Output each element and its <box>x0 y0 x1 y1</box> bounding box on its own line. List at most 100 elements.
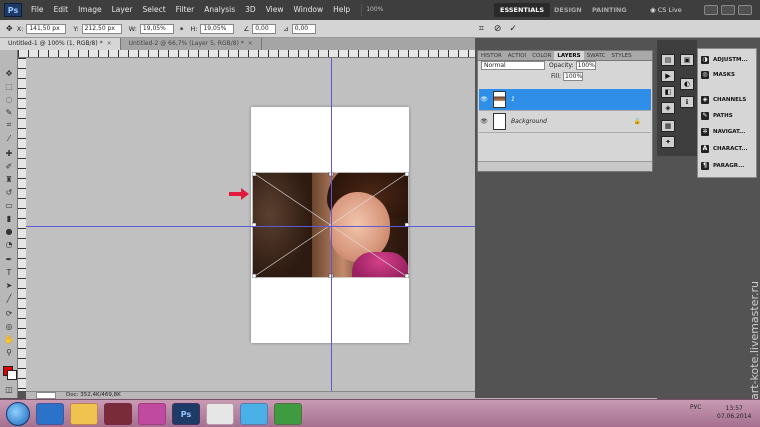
layer-row-background[interactable]: 👁 Background 🔒 <box>479 111 651 133</box>
close-button[interactable] <box>738 5 752 15</box>
cs-live-button[interactable]: ◉ CS Live <box>650 3 682 17</box>
swatches-icon[interactable]: ▦ <box>661 120 675 132</box>
info-icon[interactable]: ℹ <box>680 96 694 108</box>
clone-source-icon[interactable]: ◐ <box>680 78 694 90</box>
menu-layer[interactable]: Layer <box>107 0 138 20</box>
close-tab-icon[interactable]: × <box>248 40 253 47</box>
workspace-design[interactable]: DESIGN <box>548 3 588 17</box>
tab-color[interactable]: COLOR <box>529 51 554 60</box>
history-icon[interactable]: ▤ <box>661 54 675 66</box>
menu-analysis[interactable]: Analysis <box>199 0 240 20</box>
language-indicator[interactable]: РУС <box>690 404 701 411</box>
explorer-icon[interactable] <box>70 403 98 425</box>
3d-rotate-tool-icon[interactable]: ⟳ <box>3 308 15 318</box>
utorrent-icon[interactable] <box>274 403 302 425</box>
dock-paragraph[interactable]: ¶ PARAGR... <box>701 159 757 173</box>
clock[interactable]: 13:57 07.06.2014 <box>717 405 751 421</box>
type-tool-icon[interactable]: T <box>3 267 15 277</box>
quick-select-tool-icon[interactable]: ✎ <box>3 107 15 117</box>
chrome-icon[interactable] <box>206 403 234 425</box>
menu-edit[interactable]: Edit <box>49 0 74 20</box>
menu-view[interactable]: View <box>261 0 289 20</box>
menu-3d[interactable]: 3D <box>240 0 261 20</box>
healing-brush-tool-icon[interactable]: ✚ <box>3 148 15 158</box>
vertical-guide[interactable] <box>331 58 332 391</box>
dock-adjustments[interactable]: ◑ ADJUSTM... <box>701 53 757 67</box>
minimize-button[interactable] <box>704 5 718 15</box>
commit-transform-icon[interactable]: ✓ <box>509 24 517 34</box>
actions-icon[interactable]: ▶ <box>661 70 675 82</box>
maximize-button[interactable] <box>721 5 735 15</box>
horizontal-ruler[interactable] <box>18 50 478 58</box>
y-field[interactable]: 212,50 px <box>81 23 122 34</box>
tab-swatches[interactable]: SWATC <box>584 51 609 60</box>
tab-actions[interactable]: ACTIOI <box>505 51 529 60</box>
close-tab-icon[interactable]: × <box>107 40 112 47</box>
blur-tool-icon[interactable]: ● <box>3 226 15 236</box>
move-tool-icon[interactable]: ✥ <box>6 24 13 33</box>
shape-tool-icon[interactable]: ╱ <box>3 293 15 303</box>
workspace-painting[interactable]: PAINTING <box>586 3 633 17</box>
layers-icon[interactable]: ◈ <box>661 102 675 114</box>
marquee-tool-icon[interactable]: ⬚ <box>3 81 15 91</box>
history-brush-tool-icon[interactable]: ↺ <box>3 187 15 197</box>
gradient-tool-icon[interactable]: ▮ <box>3 213 15 223</box>
hand-tool-icon[interactable]: ✋ <box>3 334 15 344</box>
3d-orbit-tool-icon[interactable]: ◎ <box>3 321 15 331</box>
brush-tool-icon[interactable]: ✐ <box>3 161 15 171</box>
photoshop-icon[interactable]: Ps <box>172 403 200 425</box>
menu-file[interactable]: File <box>26 0 49 20</box>
menu-select[interactable]: Select <box>138 0 171 20</box>
path-select-tool-icon[interactable]: ➤ <box>3 280 15 290</box>
tab-layers[interactable]: LAYERS <box>554 51 584 60</box>
warp-icon[interactable]: ⌗ <box>479 24 484 34</box>
app-icon[interactable] <box>138 403 166 425</box>
ie-icon[interactable] <box>36 403 64 425</box>
brush-preset-icon[interactable]: ▣ <box>680 54 694 66</box>
menu-window[interactable]: Window <box>289 0 329 20</box>
tab-untitled-2[interactable]: Untitled-2 @ 66,7% (Layer 5, RGB/8) * × <box>121 38 262 50</box>
eye-icon[interactable]: 👁 <box>479 118 489 125</box>
dock-masks[interactable]: ◎ MASKS <box>701 68 757 82</box>
background-color-swatch[interactable] <box>7 370 17 380</box>
lasso-tool-icon[interactable]: ◌ <box>3 94 15 104</box>
w-field[interactable]: 19,05% <box>139 23 174 34</box>
dock-channels[interactable]: ◈ CHANNELS <box>701 93 757 107</box>
eraser-tool-icon[interactable]: ▭ <box>3 200 15 210</box>
vertical-ruler[interactable] <box>18 58 26 391</box>
dock-paths[interactable]: ✎ PATHS <box>701 109 757 123</box>
eyedropper-tool-icon[interactable]: ⁄ <box>3 133 15 143</box>
menu-filter[interactable]: Filter <box>171 0 200 20</box>
opacity-field[interactable]: 100% <box>575 61 596 71</box>
quick-mask-icon[interactable]: ◫ <box>3 384 15 394</box>
skype-icon[interactable] <box>240 403 268 425</box>
dock-character[interactable]: A CHARACT... <box>701 142 757 156</box>
app-logo[interactable]: Ps <box>4 3 22 17</box>
start-button[interactable] <box>6 402 30 426</box>
app-icon[interactable] <box>104 403 132 425</box>
x-field[interactable]: 141,50 px <box>26 23 67 34</box>
crop-tool-icon[interactable]: ⌗ <box>3 120 15 130</box>
blend-mode-select[interactable]: Normal <box>481 61 545 71</box>
tab-untitled-1[interactable]: Untitled-1 @ 100% (1, RGB/8) * × <box>0 38 121 50</box>
clone-stamp-tool-icon[interactable]: ♜ <box>3 174 15 184</box>
dock-navigator[interactable]: ✲ NAVIGAT... <box>701 125 757 139</box>
cancel-transform-icon[interactable]: ⊘ <box>494 24 502 34</box>
angle-field[interactable]: 0,00 <box>252 23 277 34</box>
h-field[interactable]: 19,05% <box>200 23 235 34</box>
zoom-level[interactable]: 100% <box>361 4 387 16</box>
styles-icon[interactable]: ✦ <box>661 136 675 148</box>
layer-row-1[interactable]: 👁 1 <box>479 89 651 111</box>
eye-icon[interactable]: 👁 <box>479 96 489 103</box>
tab-history[interactable]: HISTOR <box>478 51 505 60</box>
link-icon[interactable]: ⚭ <box>179 25 184 33</box>
hskew-field[interactable]: 0,00 <box>291 23 316 34</box>
color-icon[interactable]: ◧ <box>661 86 675 98</box>
workspace-essentials[interactable]: ESSENTIALS <box>494 3 551 17</box>
zoom-tool-icon[interactable]: ⚲ <box>3 347 15 357</box>
dodge-tool-icon[interactable]: ◔ <box>3 239 15 249</box>
move-tool-icon[interactable]: ✥ <box>3 68 15 78</box>
menu-image[interactable]: Image <box>73 0 107 20</box>
fill-field[interactable]: 100% <box>563 71 584 81</box>
pen-tool-icon[interactable]: ✒ <box>3 254 15 264</box>
